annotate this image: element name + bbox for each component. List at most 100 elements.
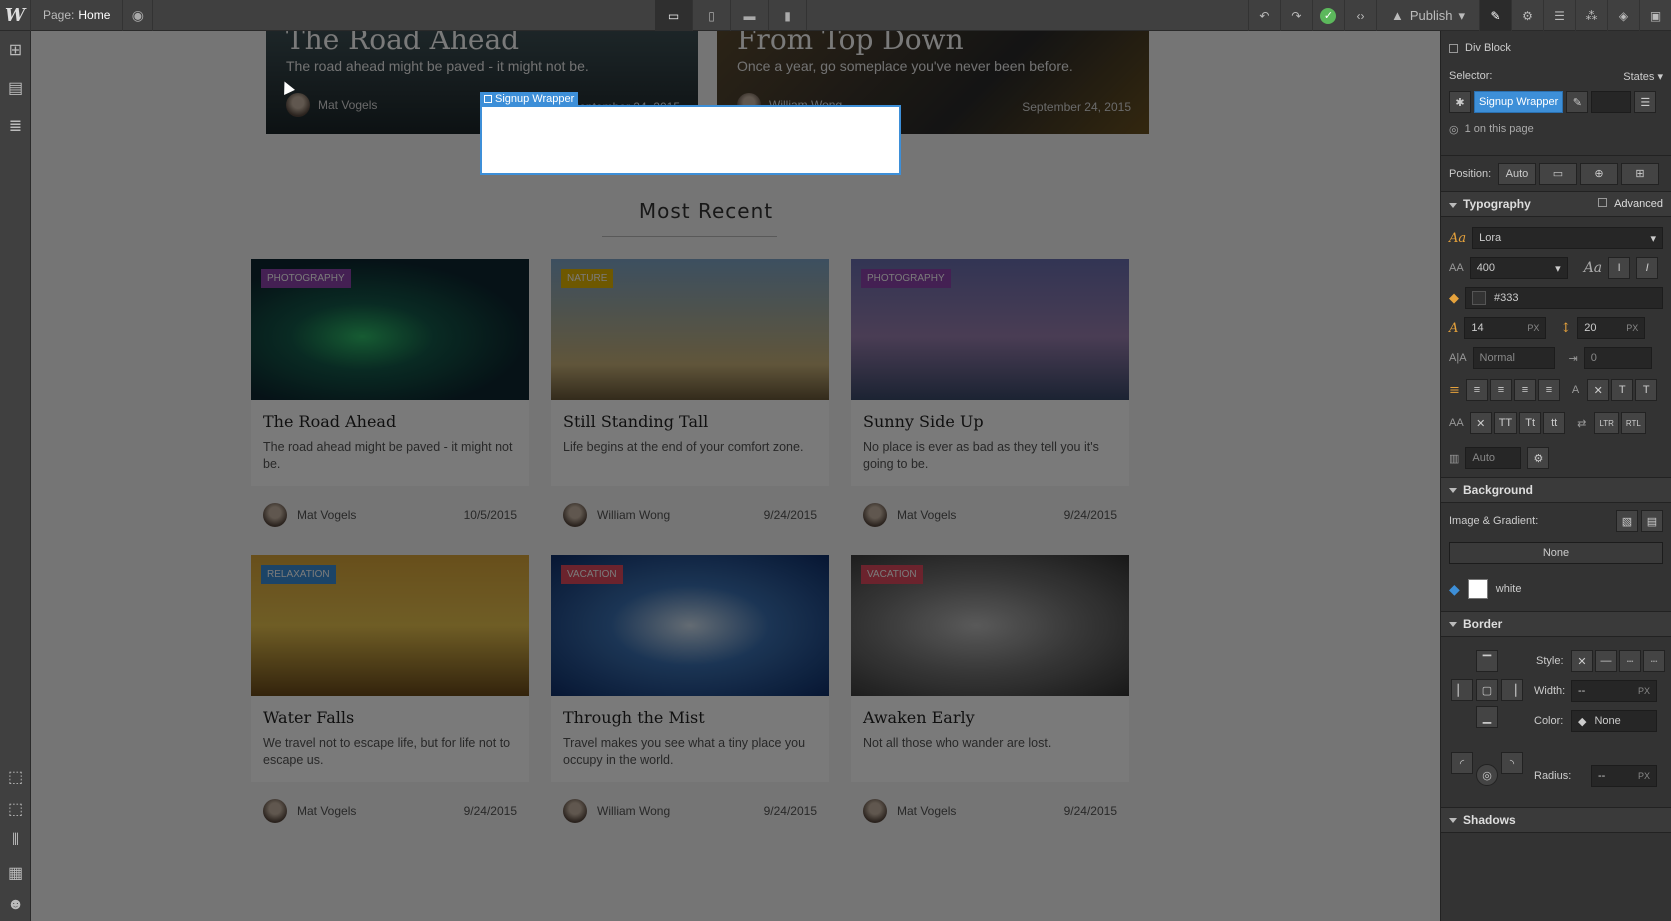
line-height-input[interactable]: 20 PX <box>1577 317 1646 339</box>
post-card[interactable]: VACATION Through the Mist Travel makes you… <box>551 555 829 823</box>
design-canvas[interactable]: The Road Ahead The road ahead might be p… <box>31 31 1440 921</box>
border-width-input[interactable]: -- PX <box>1571 680 1657 702</box>
align-justify-button[interactable]: ≡ <box>1537 379 1560 401</box>
mobile-portrait-icon[interactable]: ▮ <box>769 0 807 31</box>
tablet-view-icon[interactable]: ▯ <box>693 0 731 31</box>
category-tag[interactable]: PHOTOGRAPHY <box>861 269 951 288</box>
position-absolute-icon[interactable]: ⊕ <box>1580 162 1618 185</box>
border-radius-input[interactable]: -- PX <box>1591 765 1657 787</box>
post-card[interactable]: PHOTOGRAPHY Sunny Side Up No place is ever… <box>851 259 1129 527</box>
rtl-button[interactable]: RTL <box>1620 412 1646 434</box>
layout-icon[interactable]: ▦ <box>0 857 31 889</box>
post-title[interactable]: Awaken Early <box>863 708 975 727</box>
capitalize-button[interactable]: Tt <box>1519 412 1542 434</box>
page-selector[interactable]: Page: Home <box>31 0 124 31</box>
settings-gear-icon[interactable]: ⚙ <box>1511 0 1543 31</box>
transform-none-button[interactable]: ✕ <box>1469 412 1492 434</box>
category-tag[interactable]: VACATION <box>861 565 923 584</box>
columns-settings-gear-icon[interactable]: ⚙ <box>1527 447 1550 469</box>
webflow-logo[interactable]: W <box>0 0 31 31</box>
border-bottom-icon[interactable]: ▁ <box>1476 706 1498 728</box>
desktop-view-icon[interactable]: ▭ <box>655 0 693 31</box>
status-check-icon[interactable]: ✓ <box>1311 0 1344 31</box>
radius-all-icon[interactable]: ◎ <box>1476 764 1498 786</box>
border-solid-button[interactable]: — <box>1595 650 1617 672</box>
redo-icon[interactable]: ↷ <box>1279 0 1312 31</box>
selector-input[interactable] <box>1591 91 1632 113</box>
border-color-field[interactable]: ◆ None <box>1571 710 1657 732</box>
font-family-select[interactable]: Lora ▾ <box>1472 227 1663 249</box>
interactions-icon[interactable]: ⁂ <box>1575 0 1607 31</box>
position-fixed-icon[interactable]: ⊞ <box>1621 162 1659 185</box>
typography-header[interactable]: Typography Advanced <box>1441 191 1671 217</box>
category-tag[interactable]: NATURE <box>561 269 614 288</box>
strikethrough-button[interactable]: T <box>1635 379 1658 401</box>
border-all-icon[interactable]: ▢ <box>1476 679 1498 701</box>
cms-database-icon[interactable]: ≣ <box>0 107 31 145</box>
states-dropdown[interactable]: States ▾ <box>1623 70 1663 83</box>
style-brush-icon[interactable]: ✎ <box>1479 0 1511 31</box>
symbols-cube-icon[interactable]: ◈ <box>1607 0 1639 31</box>
letter-spacing-input[interactable]: Normal <box>1472 347 1555 369</box>
add-image-icon[interactable]: ▧ <box>1616 510 1638 532</box>
shadows-header[interactable]: Shadows <box>1441 807 1671 833</box>
preview-select-icon[interactable]: ⬚ <box>0 793 31 825</box>
selection-label[interactable]: Signup Wrapper <box>480 92 579 106</box>
selector-menu-icon[interactable]: ☰ <box>1634 91 1657 113</box>
bg-color-value[interactable]: white <box>1496 583 1522 595</box>
border-none-button[interactable]: ✕ <box>1571 650 1593 672</box>
post-card[interactable]: NATURE Still Standing Tall Life begins at … <box>551 259 829 527</box>
post-title[interactable]: Through the Mist <box>563 708 705 727</box>
add-gradient-icon[interactable]: ▤ <box>1641 510 1663 532</box>
category-tag[interactable]: RELAXATION <box>261 565 336 584</box>
image-gradient-value[interactable]: None <box>1449 542 1663 564</box>
navigator-icon[interactable]: ☰ <box>1543 0 1575 31</box>
preview-eye-icon[interactable]: ◉ <box>123 0 154 31</box>
border-top-icon[interactable]: ▔ <box>1476 650 1498 672</box>
post-title[interactable]: Sunny Side Up <box>863 412 984 431</box>
font-size-input[interactable]: 14 PX <box>1464 317 1547 339</box>
pages-icon[interactable]: ▤ <box>0 69 31 107</box>
font-style-italic-button[interactable]: I <box>1636 257 1659 279</box>
mobile-landscape-icon[interactable]: ▬ <box>731 0 769 31</box>
post-title[interactable]: The Road Ahead <box>263 412 396 431</box>
collaborators-icon[interactable]: ☻ <box>0 889 31 921</box>
grid-overlay-icon[interactable]: ⦀ <box>0 825 31 857</box>
edit-class-icon[interactable]: ✎ <box>1566 91 1589 113</box>
border-right-icon[interactable]: ▕ <box>1501 679 1523 701</box>
columns-input[interactable]: Auto <box>1465 447 1522 469</box>
category-tag[interactable]: VACATION <box>561 565 623 584</box>
border-left-icon[interactable]: ▏ <box>1451 679 1473 701</box>
radius-top-left-icon[interactable]: ◜ <box>1451 752 1473 774</box>
bg-color-swatch[interactable] <box>1467 579 1488 599</box>
selected-signup-wrapper[interactable] <box>480 105 901 175</box>
text-indent-input[interactable]: 0 <box>1583 347 1652 369</box>
background-header[interactable]: Background <box>1441 477 1671 503</box>
publish-button[interactable]: ▲ Publish ▾ <box>1375 0 1479 31</box>
font-color-field[interactable]: #333 <box>1465 287 1663 309</box>
assets-icon[interactable]: ▣ <box>1639 0 1671 31</box>
undo-icon[interactable]: ↶ <box>1247 0 1280 31</box>
code-icon[interactable]: ‹› <box>1343 0 1376 31</box>
position-auto-button[interactable]: Auto <box>1498 162 1536 185</box>
font-style-normal-button[interactable]: I <box>1608 257 1631 279</box>
underline-button[interactable]: T <box>1611 379 1634 401</box>
post-title[interactable]: Still Standing Tall <box>563 412 708 431</box>
post-card[interactable]: VACATION Awaken Early Not all those who wa… <box>851 555 1129 823</box>
align-center-button[interactable]: ≡ <box>1489 379 1512 401</box>
post-card[interactable]: PHOTOGRAPHY The Road Ahead The road ahead … <box>251 259 529 527</box>
select-tool-icon[interactable]: ⬚ <box>0 761 31 793</box>
align-right-button[interactable]: ≡ <box>1513 379 1536 401</box>
lowercase-button[interactable]: tt <box>1543 412 1566 434</box>
font-weight-select[interactable]: 400 ▾ <box>1469 257 1568 279</box>
selector-class-chip[interactable]: Signup Wrapper <box>1474 91 1564 113</box>
advanced-checkbox[interactable] <box>1598 198 1608 207</box>
position-relative-icon[interactable]: ▭ <box>1539 162 1577 185</box>
uppercase-button[interactable]: TT <box>1493 412 1518 434</box>
radius-top-right-icon[interactable]: ◝ <box>1501 752 1523 774</box>
post-title[interactable]: Water Falls <box>263 708 354 727</box>
border-dashed-button[interactable]: ┄ <box>1619 650 1641 672</box>
add-element-icon[interactable]: ⊞ <box>0 31 31 69</box>
border-header[interactable]: Border <box>1441 611 1671 637</box>
ltr-button[interactable]: LTR <box>1594 412 1619 434</box>
